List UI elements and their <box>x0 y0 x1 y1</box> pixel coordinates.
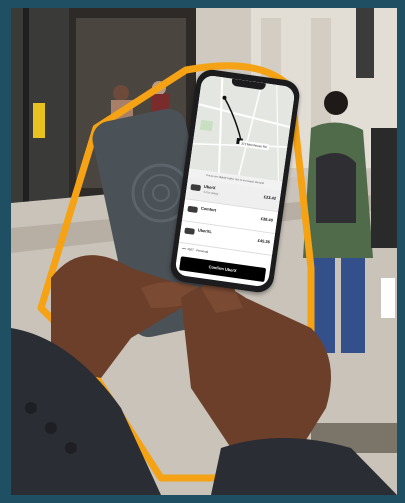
ride-name: Comfort <box>200 205 217 213</box>
backpack <box>316 153 356 223</box>
yellow-box <box>33 103 45 138</box>
route-map: 372 Moorhouse Rd <box>189 74 296 182</box>
ride-name: UberXL <box>197 227 213 235</box>
lamp-post <box>23 8 29 203</box>
car-icon <box>190 183 202 192</box>
car-icon <box>187 205 199 214</box>
street-photo: 372 Moorhouse Rd Prices are slightly hig… <box>11 8 397 495</box>
ride-price: £45.36 <box>257 237 271 245</box>
photo-frame: 372 Moorhouse Rd Prices are slightly hig… <box>0 0 405 503</box>
route-line <box>223 97 243 143</box>
street-sign <box>356 8 374 78</box>
map-graphic <box>192 77 291 182</box>
car-icon <box>184 227 195 235</box>
jeans-right <box>341 258 365 353</box>
ride-price: £23.42 <box>263 194 277 201</box>
pedestrian-head <box>324 91 348 115</box>
ride-subtitle: 4 min away · <box>202 189 221 197</box>
ride-price: £38.40 <box>260 215 274 223</box>
